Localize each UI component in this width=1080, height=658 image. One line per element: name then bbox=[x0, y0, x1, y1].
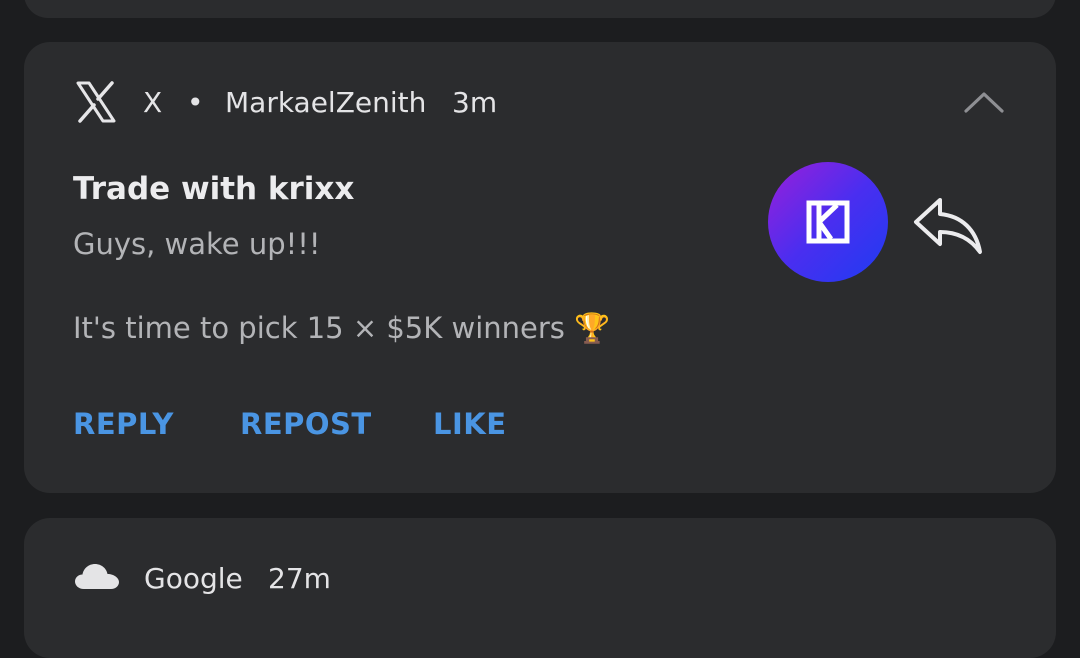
reply-action-button[interactable]: REPLY bbox=[73, 404, 174, 444]
notification-time: 3m bbox=[452, 86, 498, 119]
notification-card-x[interactable]: X • MarkaelZenith 3m Trade with krixx Gu… bbox=[24, 42, 1056, 493]
notification-body-line-1: Guys, wake up!!! bbox=[73, 227, 321, 261]
notification-card-previous[interactable] bbox=[24, 0, 1056, 18]
cloud-icon bbox=[75, 564, 119, 589]
x-logo-icon bbox=[76, 81, 116, 123]
notification-account-name: MarkaelZenith bbox=[225, 86, 427, 119]
notification-card-google[interactable]: Google 27m bbox=[24, 518, 1056, 658]
like-action-button[interactable]: LIKE bbox=[433, 404, 507, 444]
krixx-logo-avatar bbox=[768, 162, 888, 282]
krixx-logo-icon bbox=[806, 200, 850, 244]
google-app-name: Google bbox=[144, 562, 243, 595]
reply-arrow-icon[interactable] bbox=[910, 192, 986, 256]
header-separator-dot: • bbox=[187, 86, 204, 119]
chevron-up-icon[interactable] bbox=[958, 84, 1010, 120]
notification-title: Trade with krixx bbox=[73, 171, 355, 207]
google-notification-time: 27m bbox=[268, 562, 331, 595]
notification-app-name: X bbox=[143, 86, 163, 119]
repost-action-button[interactable]: REPOST bbox=[240, 404, 372, 444]
notification-body-line-2: It's time to pick 15 × $5K winners 🏆 bbox=[73, 311, 611, 345]
